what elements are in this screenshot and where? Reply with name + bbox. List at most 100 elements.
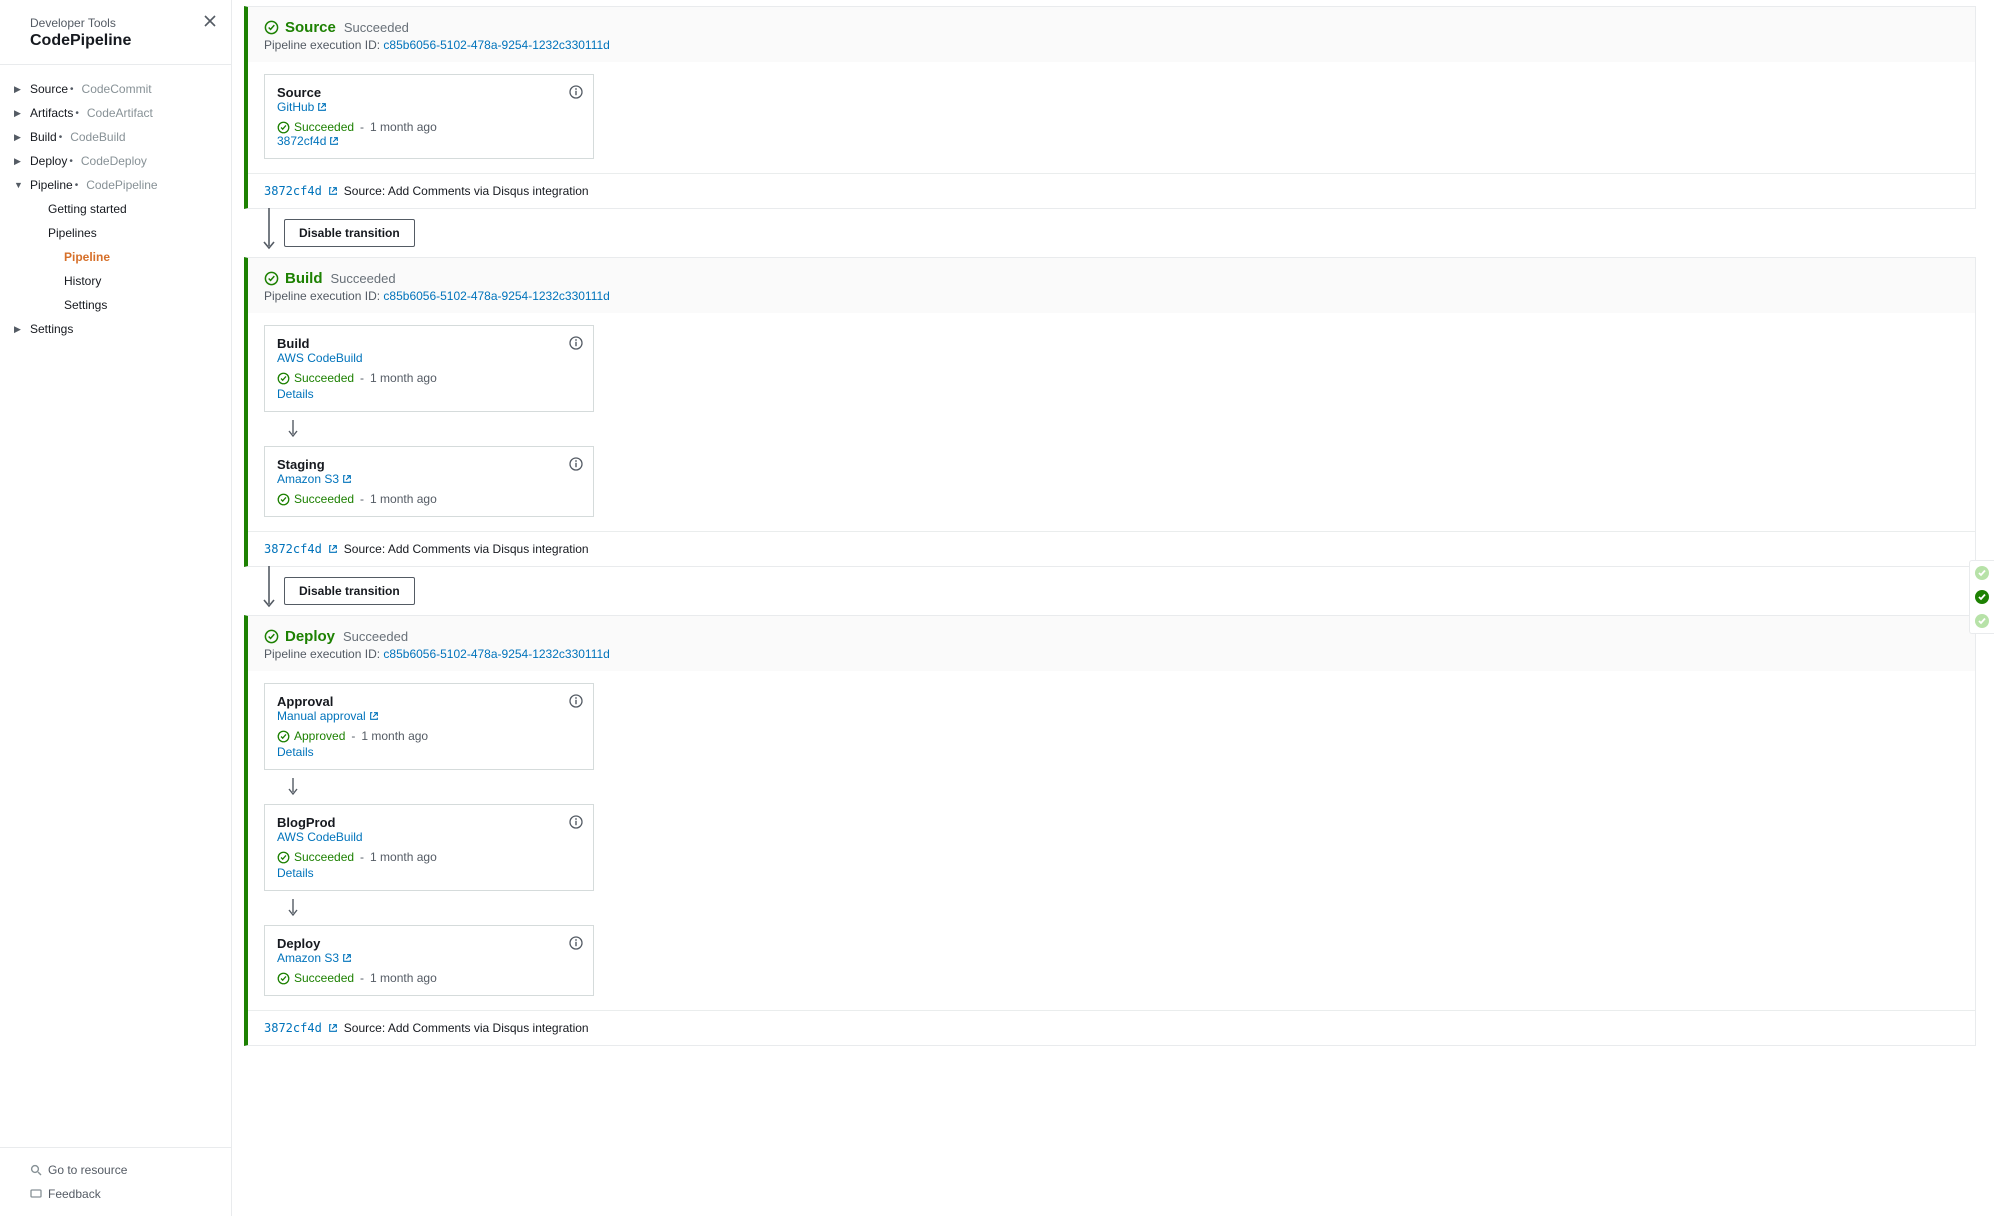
status-approved: Approved xyxy=(277,729,345,743)
status-succeeded: Succeeded xyxy=(277,492,354,506)
nav-suffix: CodeDeploy xyxy=(81,154,147,168)
arrow-down-icon xyxy=(262,566,282,615)
sidebar-item-artifacts[interactable]: ▶ Artifacts • CodeArtifact xyxy=(0,101,231,125)
action-card-blogprod: BlogProd AWS CodeBuild Succeeded - 1 mon… xyxy=(264,804,594,891)
nav-label: Source xyxy=(30,82,68,96)
execution-id-link[interactable]: c85b6056-5102-478a-9254-1232c330111d xyxy=(383,289,609,303)
external-link-icon xyxy=(317,102,327,112)
info-icon[interactable] xyxy=(569,336,583,350)
check-circle-icon xyxy=(277,121,290,134)
status-succeeded: Succeeded xyxy=(277,371,354,385)
stage-title: Source xyxy=(264,19,336,36)
details-link[interactable]: Details xyxy=(277,745,581,759)
sidebar-item-source[interactable]: ▶ Source • CodeCommit xyxy=(0,77,231,101)
sidebar-item-settings[interactable]: ▶ Settings xyxy=(0,317,231,341)
nav-suffix: CodeCommit xyxy=(82,82,152,96)
provider-link-manual-approval[interactable]: Manual approval xyxy=(277,709,379,723)
nav-suffix: CodePipeline xyxy=(86,178,157,192)
disable-transition-button[interactable]: Disable transition xyxy=(284,577,415,605)
feedback[interactable]: Feedback xyxy=(0,1182,231,1206)
commit-summary: 3872cf4d Source: Add Comments via Disqus… xyxy=(248,1010,1975,1045)
commit-link[interactable]: 3872cf4d xyxy=(277,134,339,148)
action-card-deploy: Deploy Amazon S3 Succeeded - 1 month ago xyxy=(264,925,594,996)
sidebar-item-deploy[interactable]: ▶ Deploy • CodeDeploy xyxy=(0,149,231,173)
commit-hash-link[interactable]: 3872cf4d xyxy=(264,1021,322,1035)
execution-id-link[interactable]: c85b6056-5102-478a-9254-1232c330111d xyxy=(383,647,609,661)
provider-link-s3[interactable]: Amazon S3 xyxy=(277,951,352,965)
status-dot-faded-icon xyxy=(1974,613,1990,629)
sidebar-title: CodePipeline xyxy=(30,32,211,50)
commit-message: Source: Add Comments via Disqus integrat… xyxy=(344,542,589,556)
details-link[interactable]: Details xyxy=(277,866,581,880)
action-card-staging: Staging Amazon S3 Succeeded - 1 month ag… xyxy=(264,446,594,517)
sidebar-item-getting-started[interactable]: Getting started xyxy=(0,197,231,221)
commit-hash-link[interactable]: 3872cf4d xyxy=(264,542,322,556)
go-to-resource[interactable]: Go to resource xyxy=(0,1158,231,1182)
status-succeeded: Succeeded xyxy=(277,120,354,134)
info-icon[interactable] xyxy=(569,457,583,471)
caret-right-icon: ▶ xyxy=(14,84,21,95)
stage-source: Source Succeeded Pipeline execution ID: … xyxy=(244,6,1976,209)
provider-link-github[interactable]: GitHub xyxy=(277,100,327,114)
footer-label: Feedback xyxy=(48,1187,101,1201)
provider-link-codebuild[interactable]: AWS CodeBuild xyxy=(277,351,363,365)
arrow-down-icon xyxy=(264,412,1959,446)
arrow-down-icon xyxy=(264,891,1959,925)
external-link-icon xyxy=(342,474,352,484)
time-ago: 1 month ago xyxy=(361,729,428,743)
check-circle-icon xyxy=(277,972,290,985)
check-circle-icon xyxy=(264,629,279,644)
commit-summary: 3872cf4d Source: Add Comments via Disqus… xyxy=(248,531,1975,566)
stage-deploy: Deploy Succeeded Pipeline execution ID: … xyxy=(244,615,1976,1046)
action-title: Staging xyxy=(277,457,581,472)
stage-status: Succeeded xyxy=(343,629,408,644)
status-dot-faded-icon xyxy=(1974,565,1990,581)
nav-label: Artifacts xyxy=(30,106,73,120)
main-content: Source Succeeded Pipeline execution ID: … xyxy=(232,0,2000,1216)
transition-1: Disable transition xyxy=(244,209,1976,257)
action-title: Deploy xyxy=(277,936,581,951)
details-link[interactable]: Details xyxy=(277,387,581,401)
sidebar-item-pipeline-settings[interactable]: Settings xyxy=(0,293,231,317)
check-circle-icon xyxy=(277,372,290,385)
caret-right-icon: ▶ xyxy=(14,324,21,335)
action-title: Build xyxy=(277,336,581,351)
commit-message: Source: Add Comments via Disqus integrat… xyxy=(344,184,589,198)
sidebar-item-pipelines[interactable]: Pipelines xyxy=(0,221,231,245)
nav-label: Pipelines xyxy=(48,226,97,240)
info-icon[interactable] xyxy=(569,936,583,950)
time-ago: 1 month ago xyxy=(370,971,437,985)
external-link-icon xyxy=(328,1023,338,1033)
status-dot-active-icon xyxy=(1974,589,1990,605)
caret-right-icon: ▶ xyxy=(14,108,21,119)
nav-suffix: CodeArtifact xyxy=(87,106,153,120)
action-card-source: Source GitHub Succeeded - 1 month ago 38… xyxy=(264,74,594,159)
stage-status: Succeeded xyxy=(331,271,396,286)
info-icon[interactable] xyxy=(569,694,583,708)
floating-status-panel[interactable] xyxy=(1969,560,1994,634)
info-icon[interactable] xyxy=(569,815,583,829)
sidebar-item-build[interactable]: ▶ Build • CodeBuild xyxy=(0,125,231,149)
action-card-approval: Approval Manual approval Approved - 1 mo… xyxy=(264,683,594,770)
sidebar: Developer Tools CodePipeline ▶ Source • … xyxy=(0,0,232,1216)
nav-label: History xyxy=(64,274,101,288)
nav-label: Pipeline xyxy=(64,250,110,264)
execution-id-row: Pipeline execution ID: c85b6056-5102-478… xyxy=(264,289,1959,303)
disable-transition-button[interactable]: Disable transition xyxy=(284,219,415,247)
info-icon[interactable] xyxy=(569,85,583,99)
provider-link-s3[interactable]: Amazon S3 xyxy=(277,472,352,486)
sidebar-item-history[interactable]: History xyxy=(0,269,231,293)
action-card-build: Build AWS CodeBuild Succeeded - 1 month … xyxy=(264,325,594,412)
execution-id-link[interactable]: c85b6056-5102-478a-9254-1232c330111d xyxy=(383,38,609,52)
provider-link-codebuild[interactable]: AWS CodeBuild xyxy=(277,830,363,844)
external-link-icon xyxy=(328,544,338,554)
caret-right-icon: ▶ xyxy=(14,132,21,143)
time-ago: 1 month ago xyxy=(370,120,437,134)
sidebar-item-pipeline-detail[interactable]: Pipeline xyxy=(0,245,231,269)
sidebar-item-pipeline[interactable]: ▼ Pipeline • CodePipeline xyxy=(0,173,231,197)
external-link-icon xyxy=(369,711,379,721)
action-title: Source xyxy=(277,85,581,100)
commit-hash-link[interactable]: 3872cf4d xyxy=(264,184,322,198)
close-icon[interactable] xyxy=(203,14,217,28)
sidebar-subtitle: Developer Tools xyxy=(30,16,211,30)
